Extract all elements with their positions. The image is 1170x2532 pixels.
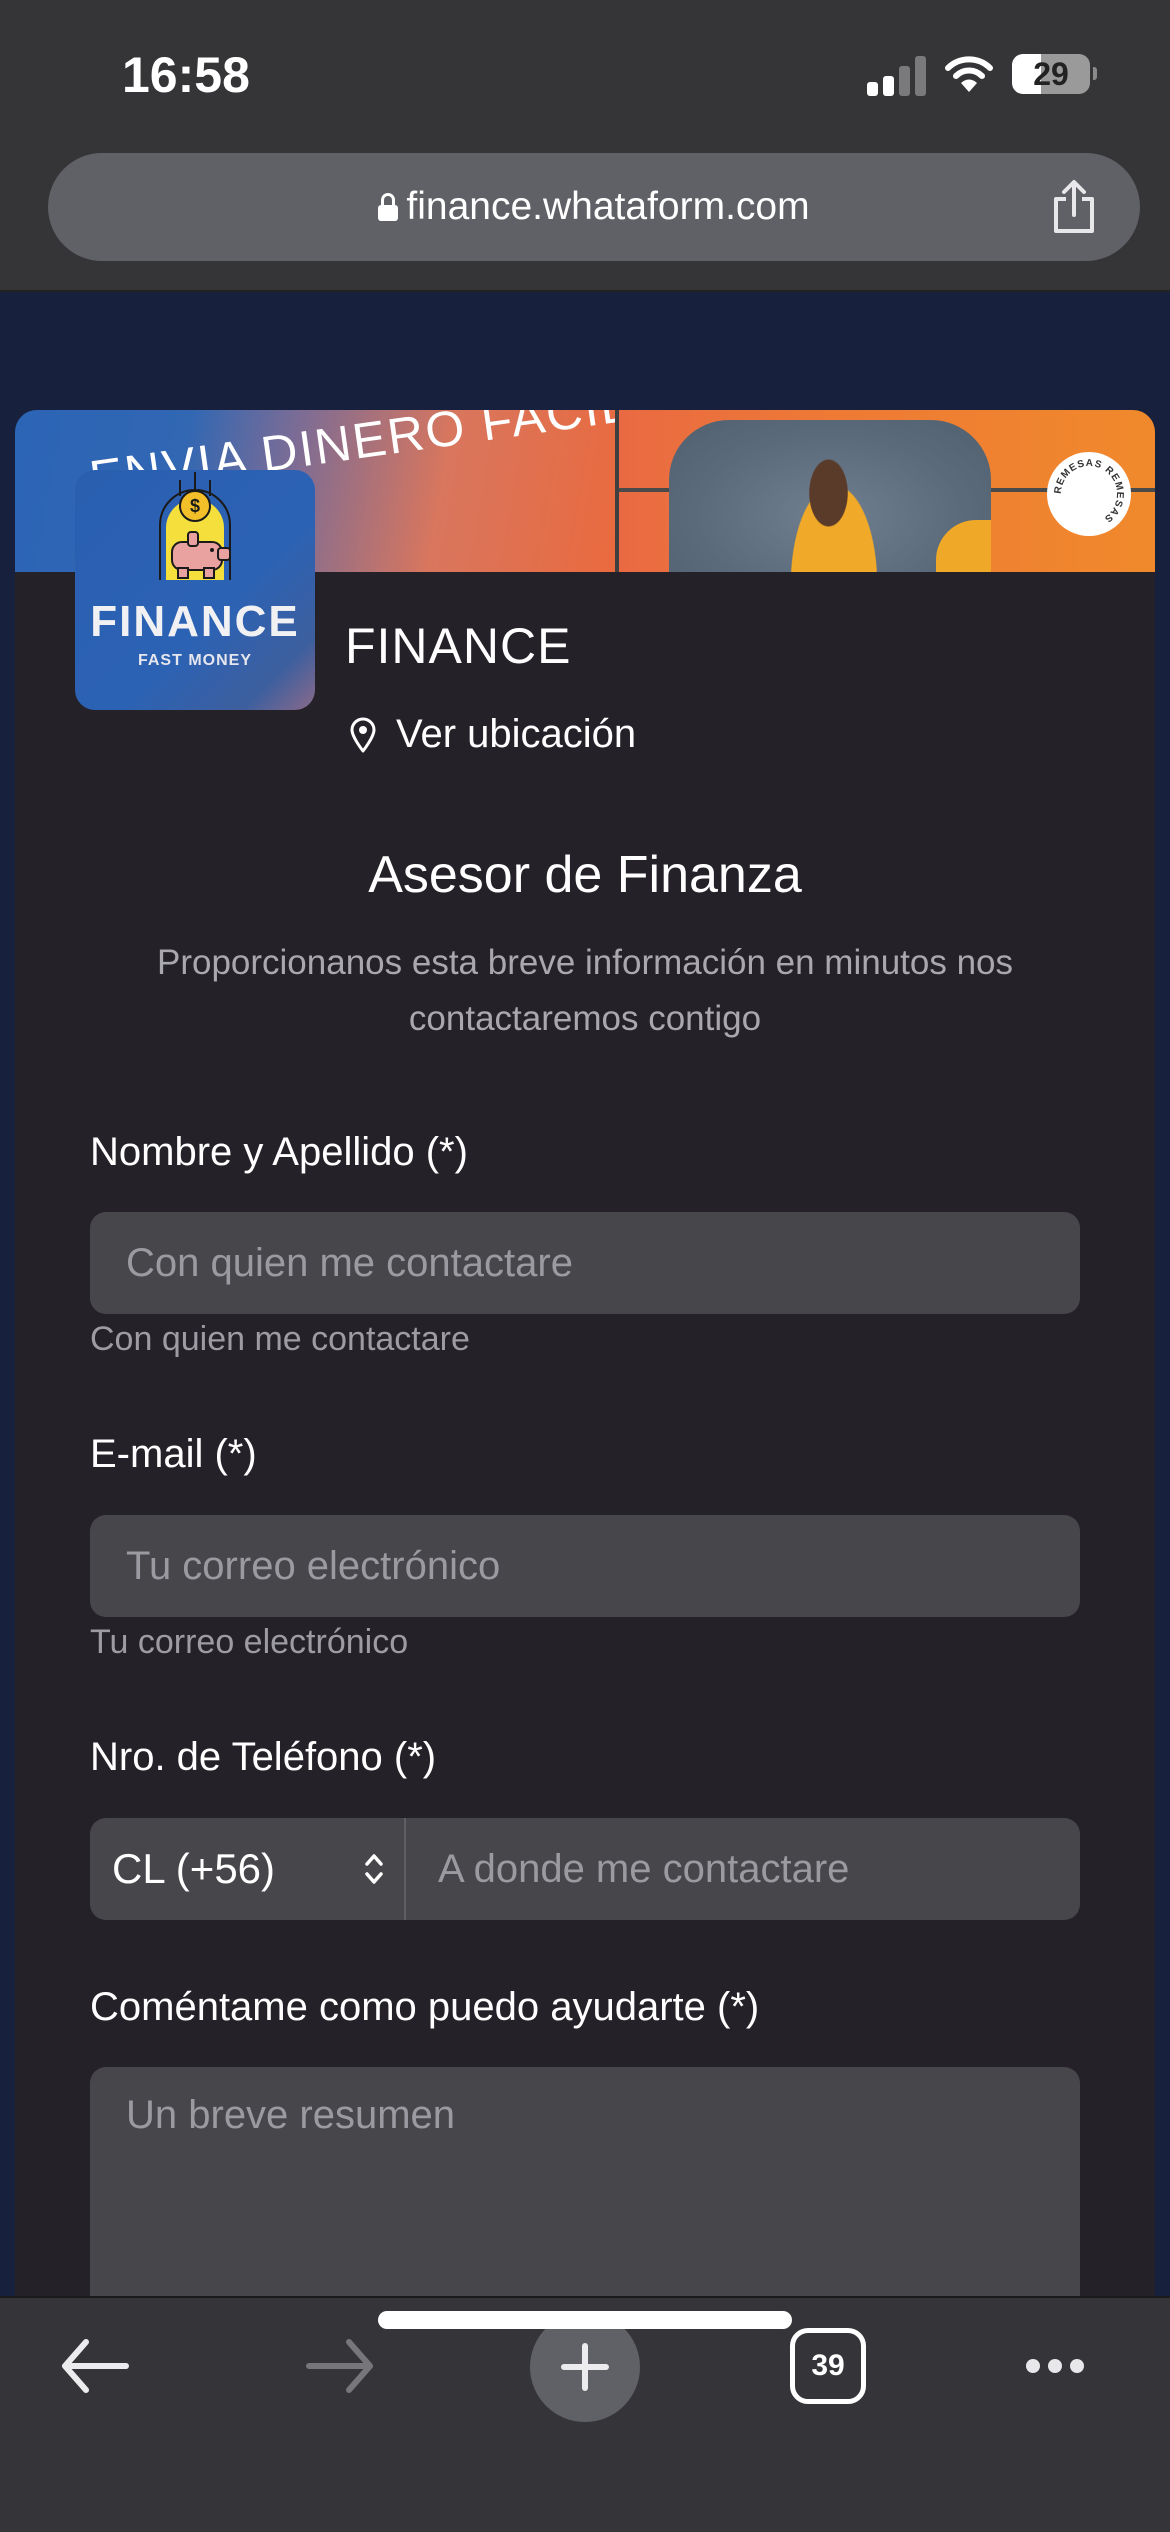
country-code-select[interactable]: CL (+56) <box>90 1818 406 1920</box>
tabs-button[interactable]: 39 <box>790 2328 866 2404</box>
url-display[interactable]: finance.whataform.com <box>378 185 810 229</box>
view-location-label: Ver ubicación <box>396 712 637 756</box>
view-location-link[interactable]: Ver ubicación <box>350 712 636 757</box>
email-label: E-mail (*) <box>90 1432 257 1476</box>
plus-icon <box>561 2343 609 2391</box>
browser-top-bar: 16:58 29 finance.whataform.com <box>0 0 1170 292</box>
form-description: Proporcionanos esta breve información en… <box>156 943 1014 1038</box>
banner-photo-panel: REMESAS REMESAS <box>619 410 1155 572</box>
address-bar[interactable]: finance.whataform.com <box>48 153 1140 261</box>
name-helper-text: Con quien me contactare <box>90 1320 470 1358</box>
map-pin-icon <box>350 717 376 752</box>
ellipsis-dot <box>1048 2359 1062 2373</box>
banner-photo <box>669 420 991 572</box>
home-indicator[interactable] <box>378 2311 792 2329</box>
photo-person <box>779 458 889 572</box>
business-name: FINANCE <box>345 618 572 674</box>
ellipsis-icon <box>1026 2359 1040 2373</box>
email-helper-text: Tu correo electrónico <box>90 1623 409 1661</box>
back-button[interactable] <box>55 2318 135 2414</box>
form-title: Asesor de Finanza <box>368 846 802 904</box>
chevron-up-down-icon <box>365 1854 383 1884</box>
name-input[interactable] <box>90 1212 1080 1314</box>
battery-indicator: 29 <box>1012 54 1097 94</box>
browser-bottom-toolbar: 39 <box>0 2296 1170 2532</box>
phone-field: CL (+56) <box>90 1818 1080 1920</box>
url-text: finance.whataform.com <box>406 185 810 228</box>
logo-subtitle: FAST MONEY <box>137 652 252 669</box>
more-menu-button[interactable] <box>1015 2318 1095 2414</box>
forward-button[interactable] <box>300 2318 380 2414</box>
arrow-left-icon <box>62 2339 129 2393</box>
ellipsis-dot <box>1070 2359 1084 2373</box>
lock-icon <box>378 193 399 221</box>
name-label: Nombre y Apellido (*) <box>90 1130 468 1174</box>
logo-title: FINANCE <box>90 597 300 646</box>
email-input[interactable] <box>90 1515 1080 1617</box>
photo-sleeve <box>936 520 991 572</box>
arrow-right-icon <box>306 2339 373 2393</box>
business-logo: $ FINANCE FAST MONEY <box>75 470 315 710</box>
status-time: 16:58 <box>122 47 250 103</box>
form-card: ENVIA DINERO FACIL REMESAS REMESAS $ FIN… <box>15 410 1155 2300</box>
wifi-icon <box>945 56 993 92</box>
svg-text:$: $ <box>190 496 200 516</box>
remesas-badge-ring: REMESAS REMESAS <box>1053 458 1125 525</box>
badge-text: REMESAS REMESAS <box>1053 458 1124 525</box>
svg-text:REMESAS REMESAS: REMESAS REMESAS <box>1053 458 1125 525</box>
comment-textarea[interactable] <box>90 2067 1080 2300</box>
cellular-signal-icon <box>867 52 926 96</box>
phone-label: Nro. de Teléfono (*) <box>90 1735 437 1779</box>
comment-label: Coméntame como puedo ayudarte (*) <box>90 1985 760 2029</box>
remesas-badge: REMESAS REMESAS <box>1047 452 1131 536</box>
country-code-value: CL (+56) <box>112 1845 276 1892</box>
phone-input[interactable] <box>406 1818 1080 1920</box>
status-icons: 29 <box>867 52 1097 96</box>
piggy-bank-icon: $ <box>159 472 231 580</box>
share-icon[interactable] <box>1048 179 1100 235</box>
